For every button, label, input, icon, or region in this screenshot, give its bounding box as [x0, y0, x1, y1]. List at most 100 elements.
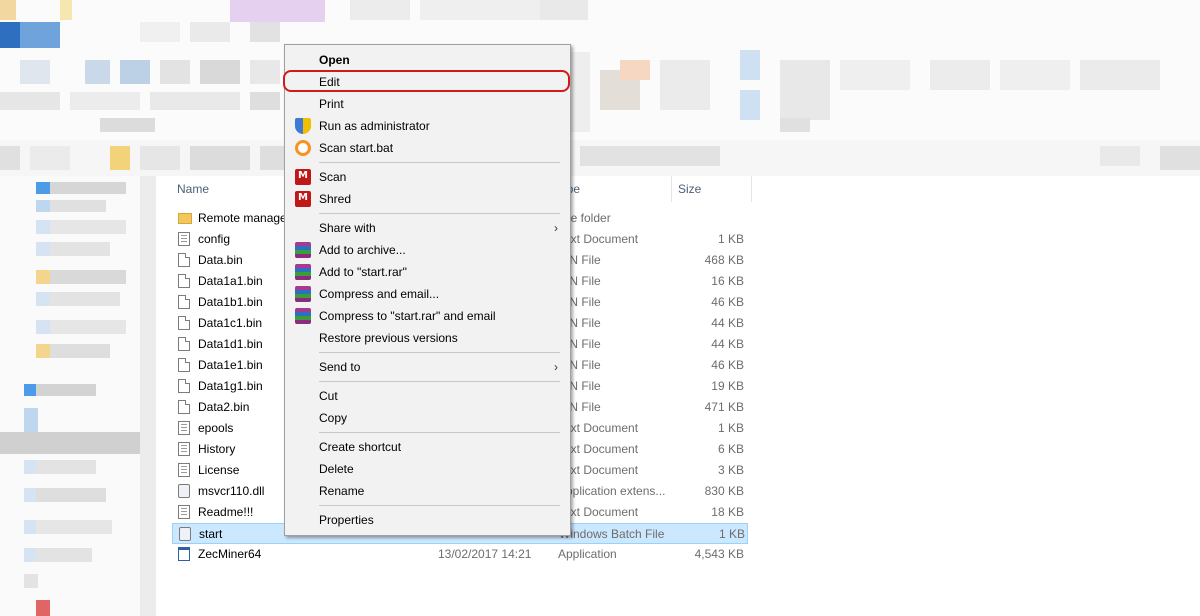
- menu-item-label: Open: [319, 53, 350, 67]
- column-header-name[interactable]: Name: [177, 182, 209, 196]
- text-file-icon: [178, 505, 190, 519]
- navigation-pane-scrollbar[interactable]: [140, 176, 156, 616]
- menu-item-label: Copy: [319, 411, 348, 425]
- menu-item-share-with[interactable]: Share with ›: [287, 217, 568, 239]
- file-size: 44 KB: [711, 316, 744, 330]
- blurred-block: [250, 92, 280, 110]
- file-icon: [178, 253, 190, 267]
- blurred-block: [740, 50, 760, 80]
- menu-item-print[interactable]: Print: [287, 93, 568, 115]
- menu-separator: [319, 162, 560, 163]
- winrar-icon: [295, 264, 311, 280]
- menu-item-label: Shred: [319, 192, 352, 206]
- blurred-block: [30, 146, 70, 170]
- blurred-block: [36, 200, 50, 212]
- file-size: 471 KB: [704, 400, 744, 414]
- menu-item-create-shortcut[interactable]: Create shortcut: [287, 436, 568, 458]
- file-name: History: [198, 442, 236, 456]
- blurred-block: [36, 270, 50, 284]
- context-menu: Open Edit Print Run as administrator Scan st…: [284, 44, 571, 536]
- file-size: 6 KB: [717, 442, 744, 456]
- file-name: License: [198, 463, 240, 477]
- file-name: Readme!!!: [198, 505, 254, 519]
- blurred-block: [140, 146, 180, 170]
- chevron-right-icon: ›: [554, 360, 558, 374]
- menu-item-shred[interactable]: Shred: [287, 188, 568, 210]
- file-icon: [178, 400, 190, 414]
- blurred-block: [36, 182, 50, 194]
- menu-item-label: Add to "start.rar": [319, 265, 407, 279]
- menu-item-send-to[interactable]: Send to ›: [287, 356, 568, 378]
- file-name: Data.bin: [198, 253, 243, 267]
- blurred-block: [24, 384, 36, 396]
- blurred-block: [50, 200, 106, 212]
- edit-highlight-annotation: [283, 70, 570, 92]
- menu-item-label: Add to archive...: [319, 243, 406, 257]
- menu-item-label: Run as administrator: [319, 119, 430, 133]
- menu-item-run-as-administrator[interactable]: Run as administrator: [287, 115, 568, 137]
- blurred-block: [570, 52, 590, 132]
- blurred-block: [780, 60, 830, 120]
- blurred-block: [660, 60, 710, 110]
- blurred-block: [420, 0, 540, 20]
- menu-item-open[interactable]: Open: [287, 49, 568, 71]
- blurred-block: [50, 320, 126, 334]
- menu-item-label: Restore previous versions: [319, 331, 458, 345]
- file-row[interactable]: ZecMiner64 13/02/2017 14:21 Application 4,5…: [172, 544, 748, 565]
- mcafee-icon: [295, 191, 311, 207]
- blurred-block: [250, 60, 280, 84]
- winrar-icon: [295, 308, 311, 324]
- blurred-block: [60, 0, 72, 20]
- menu-item-label: Send to: [319, 360, 361, 374]
- blurred-block: [20, 60, 50, 84]
- menu-separator: [319, 381, 560, 382]
- blurred-block: [36, 520, 112, 534]
- menu-item-cut[interactable]: Cut: [287, 385, 568, 407]
- menu-item-compress-and-email[interactable]: Compress and email...: [287, 283, 568, 305]
- mcafee-icon: [295, 169, 311, 185]
- blurred-block: [540, 0, 588, 20]
- file-size: 1 KB: [717, 232, 744, 246]
- menu-item-rename[interactable]: Rename: [287, 480, 568, 502]
- file-name: config: [198, 232, 231, 246]
- file-date: 13/02/2017 14:21: [438, 547, 532, 561]
- menu-item-label: Rename: [319, 484, 365, 498]
- file-size: 46 KB: [711, 358, 744, 372]
- file-name: Data1b1.bin: [198, 295, 263, 309]
- file-name: Data2.bin: [198, 400, 250, 414]
- menu-item-properties[interactable]: Properties: [287, 509, 568, 531]
- menu-item-copy[interactable]: Copy: [287, 407, 568, 429]
- menu-item-delete[interactable]: Delete: [287, 458, 568, 480]
- menu-item-scan-start-bat[interactable]: Scan start.bat: [287, 137, 568, 159]
- blurred-block: [36, 242, 50, 256]
- column-separator[interactable]: [751, 176, 752, 202]
- menu-item-add-to-start-rar[interactable]: Add to "start.rar": [287, 261, 568, 283]
- blurred-block: [36, 460, 96, 474]
- blurred-block: [36, 548, 92, 562]
- file-name: start: [199, 527, 223, 541]
- avast-icon: [295, 140, 311, 156]
- menu-item-compress-to-start-rar-and-email[interactable]: Compress to "start.rar" and email: [287, 305, 568, 327]
- blurred-block: [70, 92, 140, 110]
- blurred-block: [36, 344, 50, 358]
- file-size: 16 KB: [711, 274, 744, 288]
- column-separator[interactable]: [671, 176, 672, 202]
- menu-item-add-to-archive[interactable]: Add to archive...: [287, 239, 568, 261]
- menu-item-restore-previous-versions[interactable]: Restore previous versions: [287, 327, 568, 349]
- file-name: msvcr110.dll: [198, 484, 265, 498]
- file-name: Data1g1.bin: [198, 379, 263, 393]
- file-icon: [178, 295, 190, 309]
- file-name: Remote manage: [198, 211, 287, 225]
- file-type: Application extens...: [558, 484, 666, 498]
- blurred-block: [250, 22, 280, 42]
- file-type: Windows Batch File: [559, 527, 665, 541]
- dll-icon: [178, 484, 190, 498]
- blurred-block: [350, 0, 410, 20]
- uac-shield-icon: [295, 118, 311, 134]
- text-file-icon: [178, 232, 190, 246]
- menu-item-scan[interactable]: Scan: [287, 166, 568, 188]
- file-icon: [178, 316, 190, 330]
- column-header-size[interactable]: Size: [678, 182, 701, 196]
- file-icon: [178, 379, 190, 393]
- file-size: 18 KB: [711, 505, 744, 519]
